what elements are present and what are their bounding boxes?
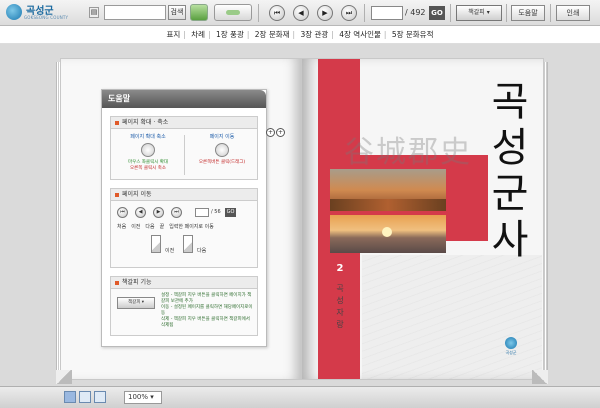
move-labels: 처음 이전 다음 끝 입력한 페이지로 이동 <box>117 224 214 230</box>
mini-first-icon: ⏮ <box>117 207 128 218</box>
help-move-title: 페이지 이동 <box>111 189 257 201</box>
chapter-link-1[interactable]: 1장 풍광 <box>216 30 244 39</box>
volume-title: 곡 성 자 랑 <box>336 284 344 329</box>
page-corner-prev-icon <box>151 235 161 253</box>
page-curl-right-icon[interactable] <box>532 370 548 384</box>
gokseong-emblem-icon <box>6 4 22 20</box>
cover-photo-sunset <box>330 215 446 253</box>
county-emblem-icon <box>505 337 517 349</box>
mini-page-input <box>195 208 209 217</box>
chapter-link-2[interactable]: 2장 문화재 <box>255 30 290 39</box>
first-page-button[interactable]: ⏮ <box>269 5 285 21</box>
help-button[interactable]: 도움말 <box>511 5 545 21</box>
page-corner-next-icon <box>183 235 193 253</box>
cover-texture <box>362 255 542 379</box>
help-panel: 도움말 페이지 확대 · 축소 페이지 확대 축소 마우스 좌클릭시 확대 오른… <box>101 89 267 347</box>
bookmark-dropdown[interactable]: 책갈피 ▾ <box>456 5 502 21</box>
cover-emblem: 곡성군 <box>500 337 522 361</box>
cover-hanja-title: 谷城郡史 <box>344 135 472 170</box>
zoom-select[interactable]: 100% ▾ <box>124 391 162 404</box>
chapter-link-3[interactable]: 3장 관광 <box>300 30 328 39</box>
top-toolbar: 곡성군 GOKSEONG COUNTY ▤ 검색 ⏮ ◀ ▶ ⏭ / 492 G… <box>0 0 600 26</box>
help-panel-title: 도움말 <box>102 90 266 108</box>
bookmark-notes: 설정 - 책갈피 지우 버튼을 클릭하면 페이지가 책갈피 보관에 추가 이동 … <box>161 293 253 328</box>
search-input[interactable] <box>104 5 166 20</box>
help-zoom-title: 페이지 확대 · 축소 <box>111 117 257 129</box>
chapter-link-4[interactable]: 4장 역사인물 <box>339 30 381 39</box>
next-page-button[interactable]: ▶ <box>317 5 333 21</box>
page-total: / 492 <box>405 8 426 17</box>
page-number-input[interactable] <box>371 6 403 20</box>
toolbar-divider <box>550 4 551 22</box>
go-button[interactable]: GO <box>429 6 445 20</box>
cover-title: 곡 성 군 사 <box>491 79 529 263</box>
mini-next-icon: ▶ <box>153 207 164 218</box>
mini-bookmark-button: 책갈피 ▾ <box>117 297 155 309</box>
prev-page-button[interactable]: ◀ <box>293 5 309 21</box>
toolbar-divider <box>364 4 365 22</box>
page-curl-left-icon[interactable] <box>56 370 72 384</box>
chapter-link-5[interactable]: 5장 문화유적 <box>392 30 434 39</box>
help-zoom-section: 페이지 확대 · 축소 페이지 확대 축소 마우스 좌클릭시 확대 오른쪽 클릭… <box>110 116 258 180</box>
open-book: 도움말 페이지 확대 · 축소 페이지 확대 축소 마우스 좌클릭시 확대 오른… <box>56 58 548 384</box>
view-list-icon[interactable] <box>94 391 106 403</box>
toolbar-divider <box>258 4 259 22</box>
help-move-section: 페이지 이동 ⏮ ◀ ▶ ⏭ / 56 GO 처음 이전 다음 끝 입력한 페이지로 이… <box>110 188 258 268</box>
toolbar-divider <box>450 4 451 22</box>
menu-toggle-icon[interactable]: ▤ <box>89 7 99 18</box>
right-page-cover[interactable]: 谷城郡史 곡 성 군 사 2 곡 성 자 랑 곡성군 <box>301 58 544 380</box>
mini-last-icon: ⏭ <box>171 207 182 218</box>
gokseong-logo[interactable]: 곡성군 GOKSEONG COUNTY <box>4 2 84 24</box>
logo-subtext: GOKSEONG COUNTY <box>24 15 69 20</box>
bottom-bar: 100% ▾ <box>0 386 600 408</box>
zoom-knob-icon <box>141 143 155 157</box>
help-bookmark-section: 책갈피 기능 책갈피 ▾ 설정 - 책갈피 지우 버튼을 클릭하면 페이지가 책… <box>110 276 258 336</box>
print-button[interactable]: 인쇄 <box>556 5 590 21</box>
left-page[interactable]: 도움말 페이지 확대 · 축소 페이지 확대 축소 마우스 좌클릭시 확대 오른… <box>60 58 301 380</box>
zoom-help-left: 페이지 확대 축소 마우스 좌클릭시 확대 오른쪽 클릭시 축소 <box>127 134 169 171</box>
go-green-icon[interactable] <box>190 4 208 21</box>
view-single-icon[interactable] <box>64 391 76 403</box>
chapter-link-contents[interactable]: 차례 <box>191 30 205 39</box>
chapter-nav: 표지 | 차례 | 1장 풍광 | 2장 문화재 | 3장 관광 | 4장 역사인물 | 5… <box>0 26 600 44</box>
toolbar-divider <box>506 4 507 22</box>
last-page-button[interactable]: ⏭ <box>341 5 357 21</box>
zoom-hint-icon[interactable]: + + <box>266 127 286 137</box>
chapter-link-cover[interactable]: 표지 <box>167 30 181 39</box>
toggle-view-icon[interactable] <box>214 4 252 21</box>
view-double-icon[interactable] <box>79 391 91 403</box>
book-viewer: 도움말 페이지 확대 · 축소 페이지 확대 축소 마우스 좌클릭시 확대 오른… <box>0 44 600 386</box>
mini-prev-icon: ◀ <box>135 207 146 218</box>
cover-photo-trees <box>330 169 446 211</box>
help-bookmark-title: 책갈피 기능 <box>111 277 257 289</box>
zoom-help-right: 페이지 이동 오른쪽버튼 클릭(드래그) <box>198 134 246 165</box>
volume-badge: 2 <box>332 261 348 277</box>
move-knob-icon <box>215 143 229 157</box>
search-button[interactable]: 검색 <box>168 5 186 20</box>
